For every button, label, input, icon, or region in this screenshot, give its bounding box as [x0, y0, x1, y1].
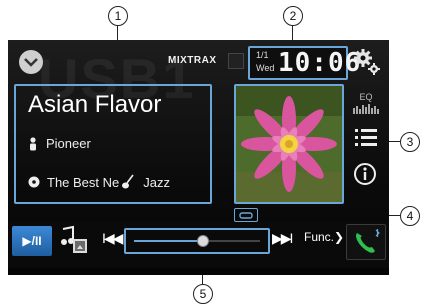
chevron-down-icon [24, 58, 38, 67]
callout-1: 1 [108, 6, 128, 26]
callout-5: 5 [193, 284, 213, 304]
screen-background: USB1 MIXTRAX 1/1 Wed 10:06 Asian Flavor … [8, 40, 389, 275]
list-icon[interactable] [355, 127, 377, 147]
previous-track-button[interactable]: I◀◀ [102, 230, 123, 247]
guitar-icon [122, 174, 134, 189]
settings-gear-icon[interactable] [353, 48, 381, 76]
clock-display[interactable]: 1/1 Wed 10:06 [248, 46, 360, 80]
callout-4: 4 [400, 206, 420, 226]
genre-name: Jazz [143, 174, 170, 190]
repeat-icon [239, 212, 253, 219]
next-track-button[interactable]: ▶▶I [272, 230, 293, 247]
person-icon [30, 136, 36, 150]
flower-artwork-image [236, 86, 342, 202]
callout-2: 2 [283, 6, 303, 26]
source-menu-button[interactable] [19, 50, 43, 74]
album-artwork[interactable] [234, 84, 344, 204]
phone-icon [356, 229, 380, 253]
seek-handle[interactable] [197, 235, 210, 247]
day: Wed [256, 63, 275, 73]
date: 1/1 [256, 50, 269, 60]
disc-icon [28, 176, 40, 188]
eq-bars-icon [353, 104, 379, 114]
time: 10:06 [278, 48, 362, 78]
album-row: The Best Ne Jazz [28, 174, 170, 190]
music-browse-icon[interactable] [59, 225, 89, 257]
head-unit-screen: USB1 MIXTRAX 1/1 Wed 10:06 Asian Flavor … [8, 40, 389, 275]
callout-3: 3 [400, 132, 420, 152]
seek-progress [134, 240, 204, 242]
seek-track [134, 235, 260, 247]
artist-name: Pioneer [46, 136, 91, 151]
artist-row: Pioneer [28, 136, 91, 151]
phone-button[interactable] [346, 224, 386, 260]
playback-control-bar: ▶/II I◀◀ ▶▶I Func.❯ [8, 222, 389, 268]
function-button[interactable]: Func.❯ [304, 230, 344, 244]
track-title: Asian Flavor [28, 91, 162, 118]
repeat-indicator[interactable] [234, 208, 258, 222]
album-name: The Best Ne [47, 174, 120, 190]
seek-bar[interactable] [124, 228, 270, 254]
mixtrax-label[interactable]: MIXTRAX [168, 55, 217, 66]
eq-label: EQ [359, 92, 373, 102]
eq-button[interactable]: EQ [352, 92, 380, 118]
info-icon[interactable] [354, 163, 376, 185]
play-pause-button[interactable]: ▶/II [12, 226, 52, 256]
mixtrax-indicator [228, 53, 244, 69]
